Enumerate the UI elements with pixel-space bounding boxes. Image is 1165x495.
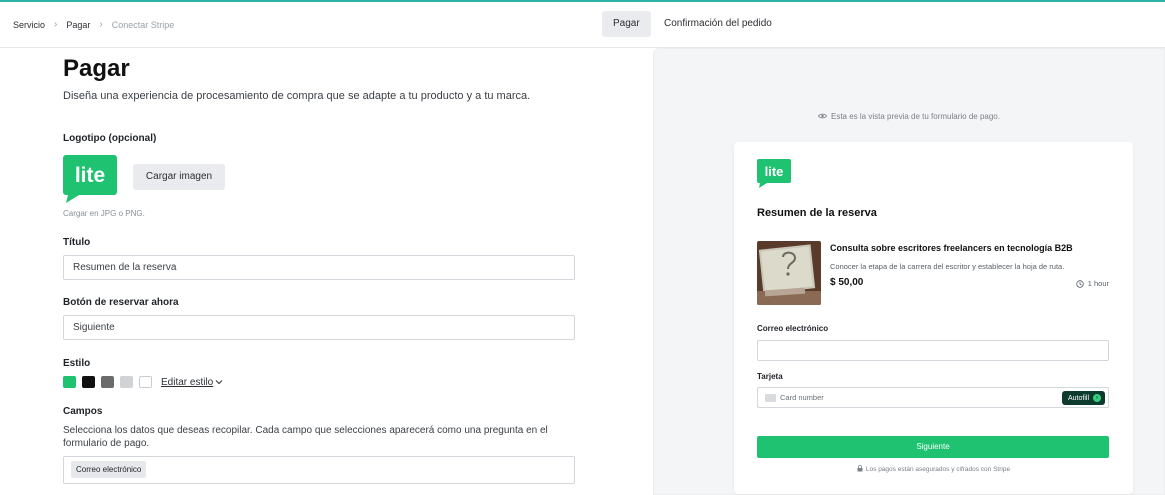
fields-label: Campos bbox=[63, 406, 103, 417]
autofill-label: Autofill bbox=[1067, 394, 1089, 402]
card-number-placeholder: Card number bbox=[780, 393, 824, 402]
product-duration: 1 hour bbox=[1076, 279, 1109, 288]
eye-icon bbox=[818, 112, 827, 121]
duration-text: 1 hour bbox=[1087, 279, 1109, 288]
card-label: Tarjeta bbox=[757, 372, 783, 381]
page-subtitle: Diseña una experiencia de procesamiento … bbox=[63, 90, 531, 102]
chevron-right-icon: › bbox=[99, 19, 103, 30]
page-title: Pagar bbox=[63, 55, 130, 82]
swatch-white[interactable] bbox=[139, 376, 152, 388]
checkout-preview-card: lite Resumen de la reserva Consulta sobr… bbox=[734, 142, 1133, 494]
preview-note-text: Esta es la vista previa de tu formulario… bbox=[831, 112, 1000, 121]
upload-hint: Cargar en JPG o PNG. bbox=[63, 209, 145, 218]
preview-panel: Esta es la vista previa de tu formulario… bbox=[653, 48, 1165, 495]
arrow-right-icon: › bbox=[1093, 394, 1101, 402]
preview-note: Esta es la vista previa de tu formulario… bbox=[654, 112, 1164, 121]
secure-note-text: Los pagos están asegurados y cifrados co… bbox=[865, 466, 1011, 473]
tab-confirmacion[interactable]: Confirmación del pedido bbox=[653, 11, 783, 37]
style-label: Estilo bbox=[63, 358, 91, 369]
title-input[interactable]: Resumen de la reserva bbox=[63, 255, 575, 280]
product-description: Conocer la etapa de la carrera del escri… bbox=[830, 262, 1065, 271]
preview-logo-text: lite bbox=[765, 164, 784, 179]
product-name: Consulta sobre escritores freelancers en… bbox=[830, 243, 1073, 253]
preview-logo: lite bbox=[757, 159, 791, 188]
breadcrumb-pagar[interactable]: Pagar bbox=[66, 20, 90, 30]
preview-title: Resumen de la reserva bbox=[757, 207, 877, 219]
swatch-black[interactable] bbox=[82, 376, 95, 388]
email-label: Correo electrónico bbox=[757, 324, 829, 333]
secure-payment-note: Los pagos están asegurados y cifrados co… bbox=[734, 465, 1133, 474]
breadcrumb-servicio[interactable]: Servicio bbox=[13, 20, 45, 30]
chevron-right-icon: › bbox=[54, 19, 58, 30]
upload-image-button[interactable]: Cargar imagen bbox=[133, 164, 225, 190]
fields-selector[interactable]: Correo electrónico bbox=[63, 456, 575, 484]
logo-label: Logotipo (opcional) bbox=[63, 133, 157, 144]
top-bar: Servicio › Pagar › Conectar Stripe Pagar… bbox=[0, 2, 1165, 48]
breadcrumb: Servicio › Pagar › Conectar Stripe bbox=[13, 19, 174, 30]
title-label: Título bbox=[63, 237, 91, 248]
book-button-label: Botón de reservar ahora bbox=[63, 297, 179, 308]
field-chip-email[interactable]: Correo electrónico bbox=[71, 461, 147, 478]
email-input[interactable] bbox=[757, 340, 1109, 361]
edit-style-label: Editar estilo bbox=[161, 376, 214, 388]
autofill-button[interactable]: Autofill › bbox=[1061, 391, 1105, 405]
edit-style-link[interactable]: Editar estilo bbox=[161, 377, 223, 388]
credit-card-icon bbox=[765, 394, 776, 402]
swatch-light-gray[interactable] bbox=[120, 376, 133, 388]
swatch-dark-gray[interactable] bbox=[101, 376, 114, 388]
chevron-down-icon bbox=[215, 378, 223, 387]
logo-text: lite bbox=[75, 164, 105, 187]
product-thumbnail bbox=[757, 241, 821, 305]
style-swatches: Editar estilo bbox=[63, 376, 223, 388]
lock-icon bbox=[857, 465, 863, 474]
clock-icon bbox=[1076, 279, 1084, 288]
tab-pagar[interactable]: Pagar bbox=[602, 11, 651, 37]
card-number-input[interactable]: Card number Autofill › bbox=[757, 387, 1109, 408]
book-button-input[interactable]: Siguiente bbox=[63, 315, 575, 340]
swatch-green[interactable] bbox=[63, 376, 76, 388]
logo-image: lite bbox=[63, 155, 117, 203]
fields-description: Selecciona los datos que deseas recopila… bbox=[63, 425, 548, 449]
breadcrumb-conectar-stripe[interactable]: Conectar Stripe bbox=[112, 20, 175, 30]
product-price: $ 50,00 bbox=[830, 277, 864, 288]
next-button[interactable]: Siguiente bbox=[757, 436, 1109, 458]
